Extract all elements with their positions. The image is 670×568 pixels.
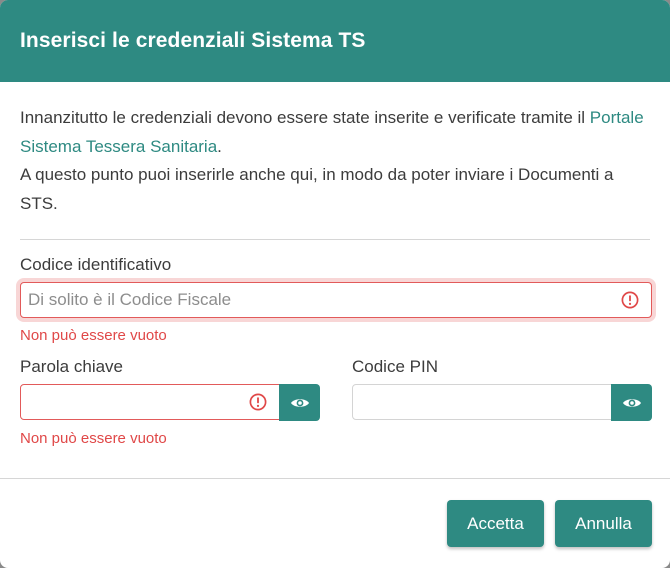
codice-field: [20, 282, 652, 318]
dialog-title: Inserisci le credenziali Sistema TS: [20, 29, 366, 52]
intro-text-line3: A questo punto puoi inserirle anche qui,…: [20, 165, 614, 213]
exclamation-circle-icon: [249, 393, 267, 411]
parola-reveal-button[interactable]: [279, 384, 320, 421]
parola-field: [20, 384, 280, 420]
annulla-button[interactable]: Annulla: [555, 500, 652, 547]
parola-label: Parola chiave: [20, 357, 124, 376]
body-divider: [20, 239, 650, 240]
parola-input[interactable]: [21, 385, 279, 419]
codice-label: Codice identificativo: [20, 255, 172, 274]
accetta-button[interactable]: Accetta: [447, 500, 544, 547]
pin-label: Codice PIN: [352, 357, 438, 376]
codice-error-message: Non può essere vuoto: [20, 327, 167, 344]
intro-text-part1: Innanzitutto le credenziali devono esser…: [20, 108, 590, 127]
intro-text-part2: .: [217, 136, 222, 156]
credentials-dialog: Inserisci le credenziali Sistema TS Inna…: [0, 0, 670, 568]
pin-reveal-button[interactable]: [611, 384, 652, 421]
codice-input[interactable]: [21, 283, 651, 317]
eye-icon: [622, 398, 641, 407]
dialog-body: Innanzitutto le credenziali devono esser…: [0, 82, 670, 218]
footer-divider: [0, 478, 670, 479]
eye-icon: [290, 398, 309, 407]
exclamation-circle-icon: [621, 291, 639, 309]
dialog-header: Inserisci le credenziali Sistema TS: [0, 0, 670, 82]
pin-input[interactable]: [353, 385, 611, 419]
pin-field: [352, 384, 612, 420]
intro-text: Innanzitutto le credenziali devono esser…: [20, 104, 650, 218]
parola-error-message: Non può essere vuoto: [20, 430, 167, 447]
